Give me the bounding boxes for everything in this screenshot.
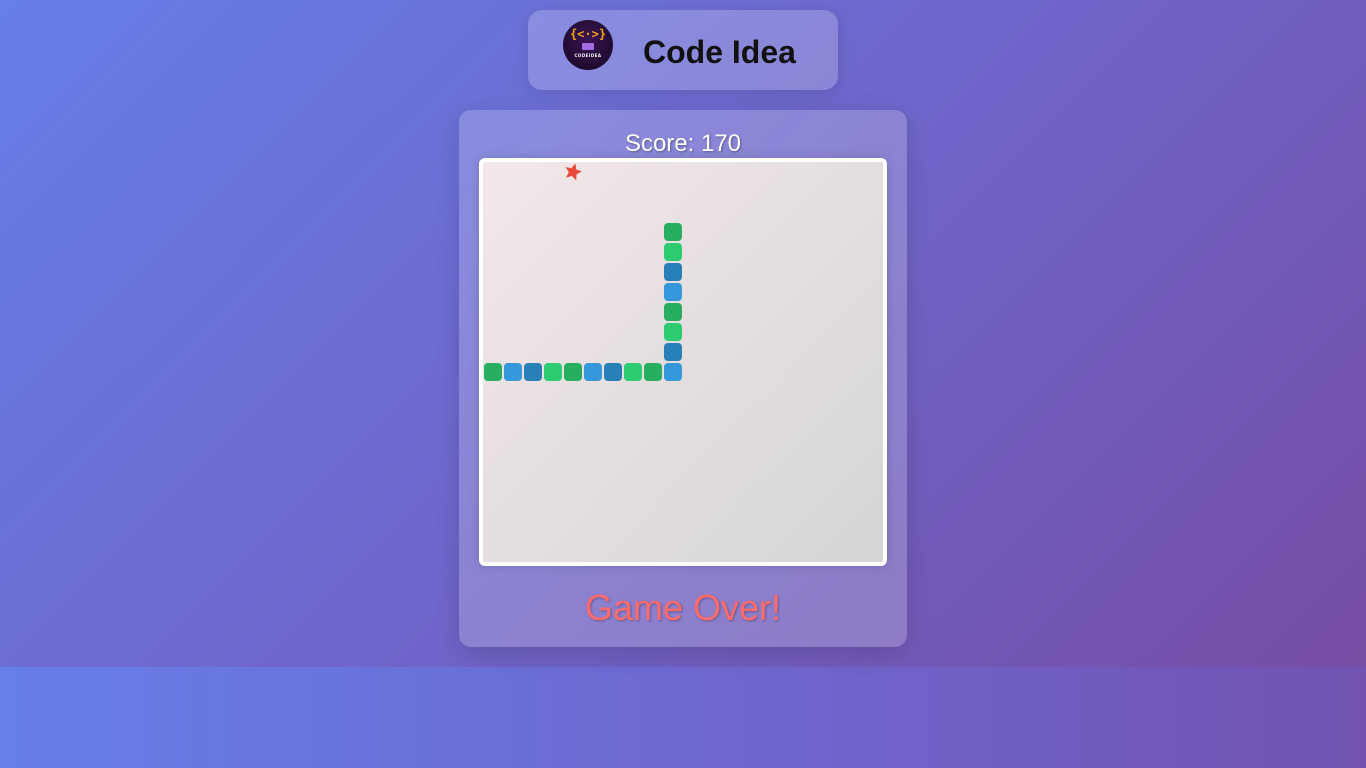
- laptop-icon: [582, 43, 594, 50]
- snake-segment: [504, 363, 522, 381]
- snake-segment: [644, 363, 662, 381]
- snake-segment: [664, 343, 682, 361]
- snake-segment: [664, 323, 682, 341]
- snake-segment: [604, 363, 622, 381]
- game-container: Score: 170 Game Over!: [459, 110, 907, 647]
- header: {<·>} CODEIDEA Code Idea: [528, 10, 838, 90]
- snake-segment: [664, 303, 682, 321]
- food-star-icon: [565, 163, 582, 181]
- game-canvas[interactable]: [483, 162, 883, 562]
- snake-segment: [584, 363, 602, 381]
- logo-wordmark: CODEIDEA: [574, 53, 602, 58]
- snake-segment: [544, 363, 562, 381]
- game-board[interactable]: [479, 158, 887, 566]
- snake-segment: [664, 243, 682, 261]
- snake-segment: [524, 363, 542, 381]
- game-over-message: Game Over!: [584, 587, 782, 628]
- snake-segment: [664, 263, 682, 281]
- snake-segment: [484, 363, 502, 381]
- brand-title: Code Idea: [643, 34, 796, 70]
- logo-braces-mark: {<·>}: [569, 27, 607, 41]
- page-footer-band: [0, 667, 1366, 768]
- snake-segment: [664, 363, 682, 381]
- score-display: Score: 170: [624, 130, 742, 157]
- code-idea-logo: {<·>} CODEIDEA: [563, 20, 613, 70]
- snake-segment: [624, 363, 642, 381]
- snake-head: [664, 223, 682, 241]
- snake-segment: [664, 283, 682, 301]
- snake-segment: [564, 363, 582, 381]
